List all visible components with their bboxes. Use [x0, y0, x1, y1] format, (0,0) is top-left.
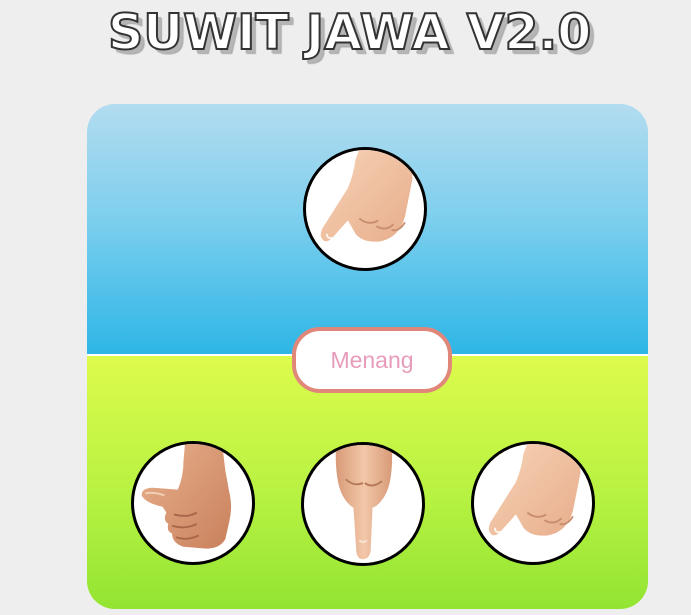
game-board: Menang: [87, 104, 648, 609]
choice-button-index[interactable]: [301, 442, 425, 566]
choice-button-thumb[interactable]: [131, 441, 255, 565]
game-title: SUWIT JAWA V2.0: [107, 4, 592, 61]
pointing-hand-icon: [320, 150, 413, 242]
pointing-down-hand-icon: [335, 445, 393, 560]
result-label: Menang: [292, 327, 452, 393]
computer-choice: [303, 147, 427, 271]
thumb-icon: [141, 444, 232, 549]
choice-button-pinky[interactable]: [471, 441, 595, 565]
pointing-hand-icon: [488, 444, 581, 536]
